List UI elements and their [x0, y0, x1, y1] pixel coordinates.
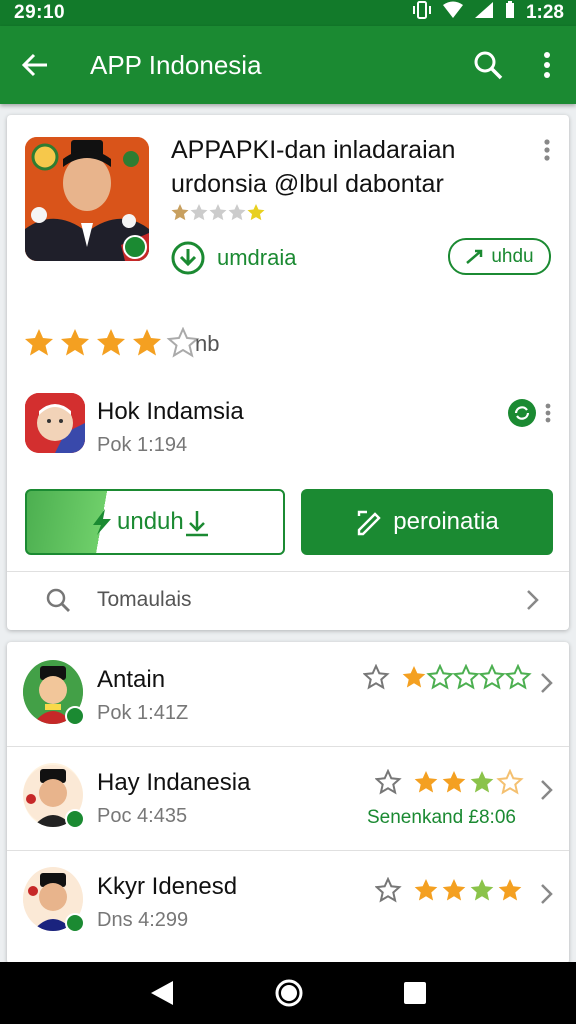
chevron-right-icon: [541, 673, 553, 693]
open-label: peroinatia: [393, 508, 499, 535]
sync-icon: [508, 399, 536, 427]
nav-back-icon[interactable]: [149, 979, 175, 1007]
star-half-icon: [133, 329, 161, 356]
list-item[interactable]: Hay Indanesia Poc 4:435 Senenkand £8:06: [7, 747, 569, 849]
download-button[interactable]: unduh: [25, 489, 285, 555]
search-row-label: Tomaulais: [97, 588, 192, 611]
featured-rating-suffix: nb: [195, 331, 220, 356]
secondary-app-icon[interactable]: [25, 393, 85, 453]
nav-home-icon[interactable]: [274, 978, 304, 1008]
search-icon: [46, 588, 70, 612]
battery-icon: [504, 1, 516, 25]
list-item-meta: Dns 4:299: [97, 909, 189, 931]
nav-recents-icon[interactable]: [403, 981, 427, 1005]
list-item-rating: [362, 663, 533, 699]
chevron-right-icon: [541, 884, 553, 904]
list-item-rating: [374, 768, 535, 804]
list-item[interactable]: Kkyr Idenesd Dns 4:299: [7, 851, 569, 951]
list-item[interactable]: Antain Pok 1:41Z: [7, 642, 569, 746]
featured-rating: nb: [23, 327, 219, 361]
list-item-meta: Pok 1:41Z: [97, 702, 189, 724]
status-time-right: 1:28: [525, 2, 564, 23]
page-title: APP Indonesia: [90, 49, 262, 80]
more-vert-icon: [544, 52, 550, 78]
chevron-right-icon: [527, 590, 539, 610]
featured-app-icon[interactable]: [25, 137, 149, 261]
star-icon: [25, 329, 53, 356]
list-item-meta: Poc 4:435: [97, 805, 188, 827]
app-bar: APP Indonesia: [0, 26, 576, 104]
download-label: unduh: [117, 508, 184, 535]
arrow-left-icon: [21, 53, 47, 77]
status-bar: 29:10 1:28: [0, 0, 576, 26]
secondary-app-meta: Pok 1:194: [97, 434, 188, 456]
edit-arrow-icon: [466, 249, 483, 264]
featured-install-button[interactable]: uhdu: [448, 238, 551, 275]
featured-small-rating: [171, 203, 271, 228]
list-item-name: Hay Indanesia: [97, 769, 251, 796]
verified-badge-icon: [123, 235, 147, 259]
search-button[interactable]: [458, 26, 518, 104]
star-icon: [61, 329, 89, 356]
chevron-right-icon: [541, 780, 553, 800]
signal-icon: [474, 1, 494, 25]
secondary-status-icon: [507, 398, 537, 433]
featured-more-button[interactable]: [543, 139, 551, 166]
open-button[interactable]: peroinatia: [301, 489, 553, 555]
list-item-name: Antain: [97, 666, 166, 693]
app-list-card: Antain Pok 1:41Z Hay Indanesia Poc 4:435…: [7, 642, 569, 964]
back-button[interactable]: [0, 26, 70, 104]
status-time-left: 29:10: [14, 2, 66, 23]
installed-badge-icon: [65, 706, 85, 726]
featured-title: APPAPKI-dan inladaraian urdonsia @lbul d…: [171, 133, 531, 201]
edit-square-icon: [358, 510, 381, 536]
bolt-icon: [93, 509, 111, 535]
verified-label: umdraia: [217, 245, 297, 270]
wifi-icon: [442, 1, 464, 25]
more-vert-icon: [544, 139, 550, 161]
download-arrow-icon: [185, 511, 208, 537]
vibrate-icon: [412, 1, 432, 25]
featured-card: APPAPKI-dan inladaraian urdonsia @lbul d…: [7, 115, 569, 630]
list-item-rating: [374, 876, 535, 912]
star-icon: [97, 329, 125, 356]
secondary-app-name: Hok Indamsia: [97, 398, 244, 425]
overflow-menu-button[interactable]: [518, 26, 576, 104]
installed-badge-icon: [65, 809, 85, 829]
system-nav-bar: [0, 962, 576, 1024]
secondary-more-button[interactable]: [545, 403, 551, 428]
installed-badge-icon: [65, 913, 85, 933]
featured-title-line1: APPAPKI-dan inladaraian: [171, 136, 456, 164]
download-circle-icon: [171, 241, 205, 275]
search-row[interactable]: Tomaulais: [7, 572, 569, 628]
featured-title-line2: urdonsia @lbul dabontar: [171, 170, 444, 198]
featured-install-label: uhdu: [491, 245, 534, 267]
verified-row: umdraia: [171, 241, 296, 275]
more-vert-icon: [545, 403, 551, 423]
list-item-name: Kkyr Idenesd: [97, 873, 238, 900]
search-icon: [474, 51, 503, 80]
list-item-tag: Senenkand £8:06: [367, 807, 516, 828]
